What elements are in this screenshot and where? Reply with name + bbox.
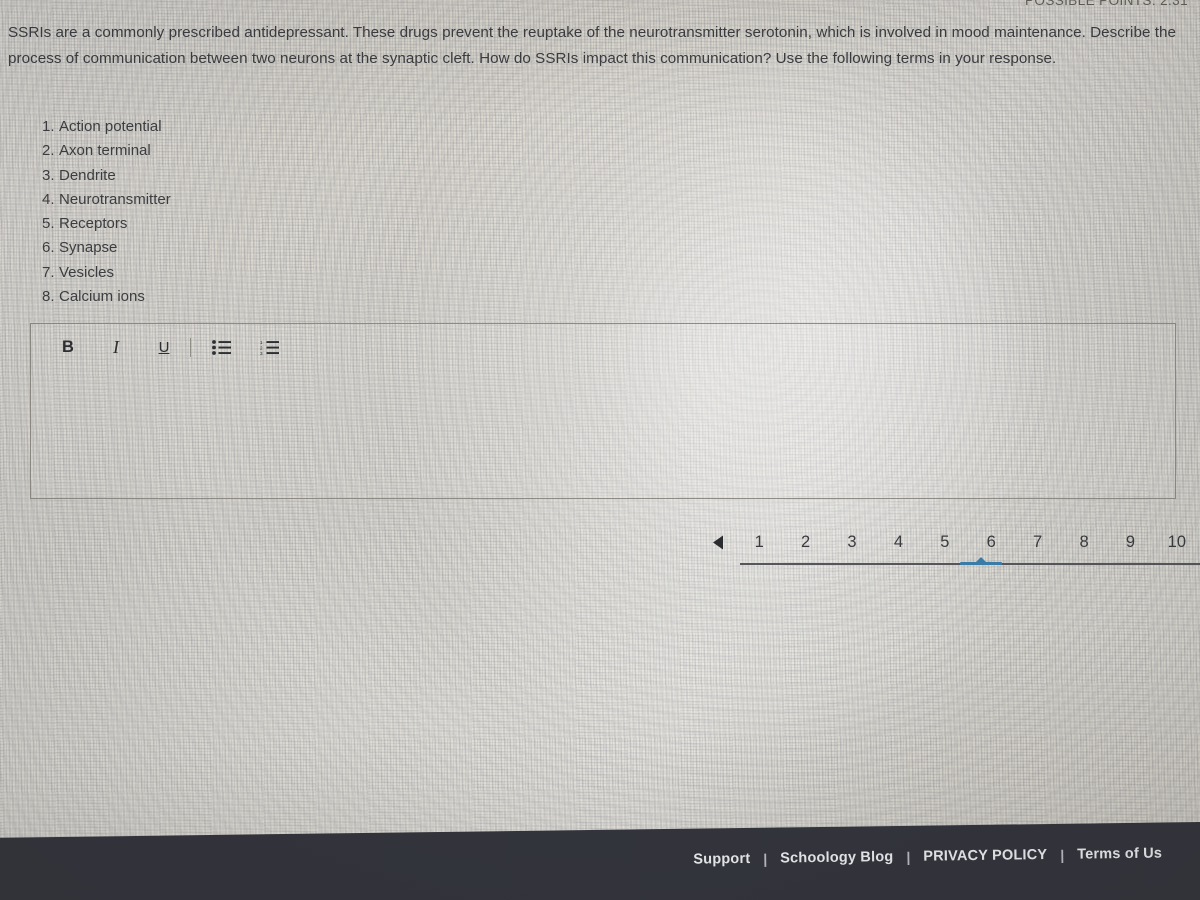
rich-text-editor[interactable]: B I U 1 2 3 [30, 323, 1176, 499]
underline-label: U [158, 338, 170, 356]
svg-text:3: 3 [260, 351, 263, 355]
term-number: 1. [42, 118, 55, 135]
term-number: 2. [42, 142, 55, 160]
list-item: 8. Calcium ions [42, 285, 171, 309]
pagination-row: 1 2 3 4 5 6 7 8 9 10 [700, 525, 1200, 559]
term-number: 5. [42, 215, 55, 233]
question-prompt: SSRIs are a commonly prescribed antidepr… [8, 24, 1176, 67]
photographed-screen: POSSIBLE POINTS: 2.31 SSRIs are a common… [0, 0, 1200, 900]
editor-toolbar: B I U 1 2 3 [31, 324, 1175, 370]
page-content: POSSIBLE POINTS: 2.31 SSRIs are a common… [0, 0, 1200, 900]
term-label: Receptors [59, 215, 128, 233]
footer-link-terms-of-use[interactable]: Terms of Us [1064, 845, 1175, 863]
required-terms-list: 1. Action potential 2. Axon terminal 3. Den… [42, 115, 171, 309]
term-label: Neurotransmitter [59, 190, 171, 208]
term-number: 8. [42, 288, 55, 306]
underline-button[interactable]: U [140, 330, 188, 364]
footer-links: Support | Schoology Blog | PRIVACY POLIC… [680, 845, 1175, 868]
bold-label: B [62, 337, 74, 356]
page-number-2[interactable]: 2 [782, 527, 828, 557]
list-item: 1. Action potential [42, 115, 171, 139]
footer-link-support[interactable]: Support [680, 851, 763, 868]
term-number: 3. [42, 166, 55, 184]
list-item: 5. Receptors [42, 212, 171, 236]
term-label: Vesicles [59, 263, 115, 281]
current-page-marker [960, 557, 1002, 565]
list-item: 6. Synapse [42, 236, 171, 260]
bulleted-list-icon [211, 339, 231, 355]
toolbar-divider [190, 337, 191, 357]
pagination: 1 2 3 4 5 6 7 8 9 10 [700, 525, 1200, 577]
term-number: 6. [42, 239, 55, 257]
page-number-9[interactable]: 9 [1107, 527, 1153, 557]
caret-left-icon [712, 535, 725, 550]
term-label: Calcium ions [59, 288, 145, 306]
bold-button[interactable]: B [44, 330, 92, 364]
answer-textarea[interactable] [31, 370, 1175, 498]
term-label: Action potential [59, 118, 162, 135]
page-number-4[interactable]: 4 [875, 527, 921, 557]
previous-page-button[interactable] [700, 527, 736, 557]
list-item: 7. Vesicles [42, 261, 171, 285]
page-number-list: 1 2 3 4 5 6 7 8 9 10 [736, 527, 1200, 557]
current-page-caret [975, 557, 987, 563]
possible-points-label: POSSIBLE POINTS: 2.31 [1025, 0, 1188, 8]
page-number-5[interactable]: 5 [922, 527, 968, 557]
page-number-1[interactable]: 1 [736, 527, 782, 557]
svg-text:1: 1 [260, 340, 263, 345]
italic-button[interactable]: I [92, 330, 140, 364]
footer-link-schoology-blog[interactable]: Schoology Blog [767, 849, 906, 867]
term-label: Synapse [59, 239, 118, 257]
page-number-7[interactable]: 7 [1014, 527, 1060, 557]
italic-label: I [113, 336, 119, 357]
page-number-6[interactable]: 6 [968, 527, 1014, 557]
numbered-list-icon: 1 2 3 [260, 340, 279, 355]
page-number-8[interactable]: 8 [1061, 527, 1107, 557]
list-item: 3. Dendrite [42, 164, 171, 188]
page-number-10[interactable]: 10 [1154, 527, 1200, 557]
term-label: Dendrite [59, 166, 116, 184]
term-label: Axon terminal [59, 142, 151, 160]
footer-link-privacy-policy[interactable]: PRIVACY POLICY [910, 847, 1060, 865]
term-number: 4. [42, 190, 55, 208]
list-item: 2. Axon terminal [42, 139, 171, 163]
term-number: 7. [42, 263, 55, 281]
page-number-3[interactable]: 3 [829, 527, 875, 557]
list-item: 4. Neurotransmitter [42, 188, 171, 212]
numbered-list-button[interactable]: 1 2 3 [245, 330, 293, 364]
bulleted-list-button[interactable] [197, 330, 245, 364]
svg-text:2: 2 [260, 345, 263, 350]
